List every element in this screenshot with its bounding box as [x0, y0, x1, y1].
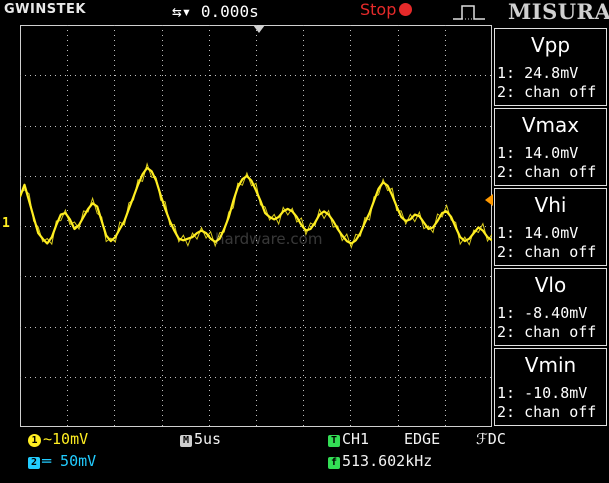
stop-dot-icon: [399, 3, 413, 16]
graticule: [20, 25, 492, 427]
bottom-status-bar: 1 ∼10mV 2 ═ 50mV M 5us T CH1 EDGE ℱDC f 513.6…: [0, 428, 609, 483]
horizontal-position-icon: ⇆▾: [172, 2, 201, 21]
misura-logo: MISURA: [508, 0, 609, 24]
measurement-ch2-value: 2: chan off: [497, 403, 597, 421]
measurement-vhi[interactable]: Vhi 1: 14.0mV 2: chan off: [494, 188, 607, 266]
measurement-title: Vmin: [524, 353, 577, 377]
measurement-ch2-value: 2: chan off: [497, 243, 597, 261]
ch2-badge-icon: 2: [28, 457, 40, 469]
measurement-ch1-value: 1: -8.40mV: [497, 304, 588, 322]
ch1-badge-icon: 1: [28, 434, 41, 447]
rising-edge-icon: ℱ: [476, 430, 488, 448]
trigger-type[interactable]: EDGE: [404, 430, 440, 448]
measurement-ch2-value: 2: chan off: [497, 323, 597, 341]
ch1-ground-marker: 1: [2, 216, 10, 231]
measurement-ch1-value: 1: 24.8mV: [497, 64, 579, 82]
measurement-title: Vpp: [530, 33, 571, 57]
measurement-ch2-value: 2: chan off: [497, 163, 597, 181]
trigger-t-icon: T: [328, 435, 340, 447]
measurement-vpp[interactable]: Vpp 1: 24.8mV 2: chan off: [494, 28, 607, 106]
measurement-vmin[interactable]: Vmin 1: -10.8mV 2: chan off: [494, 348, 607, 426]
top-status-bar: GWINSTEK ⇆▾ 0.000s Stop MISURA: [0, 0, 609, 24]
trigger-level-marker: [485, 194, 493, 206]
measurement-vlo[interactable]: Vlo 1: -8.40mV 2: chan off: [494, 268, 607, 346]
oscilloscope-screen: GWINSTEK ⇆▾ 0.000s Stop MISURA hardware.…: [0, 0, 609, 483]
measurement-panel: Vpp 1: 24.8mV 2: chan off Vmax 1: 14.0mV…: [494, 28, 607, 426]
timebase-m-icon: M: [180, 435, 192, 447]
measurement-ch1-value: 1: 14.0mV: [497, 144, 579, 162]
ch2-scale[interactable]: 2 ═ 50mV: [28, 452, 96, 470]
frequency-counter: f 513.602kHz: [328, 452, 432, 470]
waveform-grid: [20, 25, 492, 427]
brand-label: GWINSTEK: [4, 2, 86, 17]
timebase[interactable]: M 5us: [180, 430, 221, 448]
ch1-scale[interactable]: 1 ∼10mV: [28, 430, 88, 448]
run-state-indicator: Stop: [360, 0, 413, 19]
measurement-ch1-value: 1: 14.0mV: [497, 224, 579, 242]
trigger-coupling[interactable]: ℱDC: [476, 430, 506, 448]
measurement-title: Vhi: [534, 193, 567, 217]
trigger-edge-icon: [453, 5, 485, 20]
measurement-ch2-value: 2: chan off: [497, 83, 597, 101]
watermark: hardware.com: [215, 230, 323, 248]
measurement-title: Vmax: [521, 113, 580, 137]
frequency-f-icon: f: [328, 457, 340, 469]
time-position: ⇆▾ 0.000s: [172, 2, 259, 21]
measurement-ch1-value: 1: -10.8mV: [497, 384, 588, 402]
measurement-vmax[interactable]: Vmax 1: 14.0mV 2: chan off: [494, 108, 607, 186]
measurement-title: Vlo: [534, 273, 567, 297]
trigger-source[interactable]: T CH1: [328, 430, 369, 448]
